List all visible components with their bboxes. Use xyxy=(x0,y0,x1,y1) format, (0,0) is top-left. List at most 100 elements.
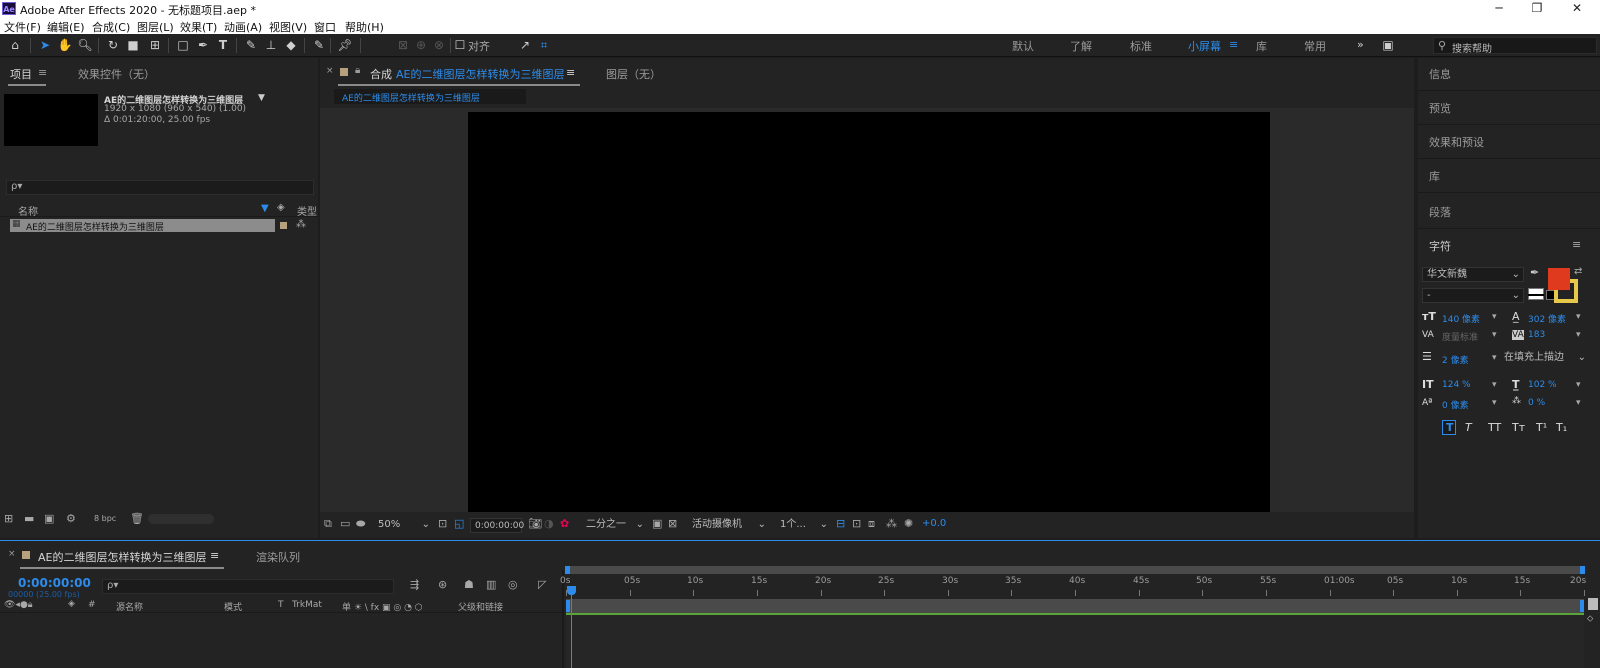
comp-breadcrumb[interactable]: AE的二维图层怎样转换为三维图层 xyxy=(334,89,526,104)
current-time-display[interactable]: 0:00:00:00 xyxy=(470,518,524,533)
comp-mini-flowchart-icon[interactable]: ⇶ xyxy=(410,578,419,591)
tab-comp-name[interactable]: AE的二维图层怎样转换为三维图层 xyxy=(396,66,564,82)
hand-tool-icon[interactable]: ✋ xyxy=(56,37,74,54)
comp-dropdown-icon[interactable]: ▼ xyxy=(258,93,265,103)
time-ruler[interactable]: 0s 05s 10s 15s 20s 25s 30s 35s 40s 45s 50s 55s 01:00… xyxy=(560,574,1586,598)
work-area-end-handle[interactable] xyxy=(1580,600,1584,612)
region-of-interest-icon[interactable]: ▣ xyxy=(652,517,662,530)
horizontal-scale-dropdown-icon[interactable]: ▾ xyxy=(1576,380,1581,390)
tracking-dropdown-icon[interactable]: ▾ xyxy=(1576,330,1581,340)
local-axis-icon[interactable]: ⊠ xyxy=(394,37,412,54)
horizontal-scale-value[interactable]: 102 % xyxy=(1528,380,1557,390)
kerning-value[interactable]: 度量标准 xyxy=(1442,330,1478,343)
work-area-bar[interactable] xyxy=(566,599,1584,613)
trash-icon[interactable]: 🗑︎ xyxy=(130,512,144,525)
vertical-scale-value[interactable]: 124 % xyxy=(1442,380,1471,390)
transparency-grid-icon[interactable]: ⊠ xyxy=(668,517,677,530)
col-parent[interactable]: 父级和链接 xyxy=(458,600,503,613)
brush-tool-icon[interactable]: ✎ xyxy=(242,37,260,54)
work-area-start-handle[interactable] xyxy=(566,600,570,612)
workspace-default[interactable]: 默认 xyxy=(1012,38,1034,54)
draft-3d-icon[interactable]: ⊛ xyxy=(438,578,447,591)
stroke-width-dropdown-icon[interactable]: ▾ xyxy=(1492,353,1497,363)
exposure-reset-icon[interactable]: ✺ xyxy=(904,517,913,530)
help-search-input[interactable]: ⚲ 搜索帮助 xyxy=(1433,37,1597,55)
snap-checkbox[interactable]: ☐ xyxy=(454,37,466,54)
col-trkmat[interactable]: TrkMat xyxy=(292,600,322,610)
navigator-end-handle[interactable] xyxy=(1580,566,1585,574)
snap-feature-icon[interactable]: ⌗ xyxy=(535,37,553,54)
navigator-start-handle[interactable] xyxy=(565,566,570,574)
tab-layer[interactable]: 图层（无） xyxy=(606,66,661,82)
panel-effects-presets[interactable]: 效果和预设 xyxy=(1429,134,1484,150)
rotate-tool-icon[interactable]: ↻ xyxy=(104,37,122,54)
project-search-input[interactable]: ρ▾ xyxy=(6,180,314,195)
bit-depth-button[interactable]: 8 bpc xyxy=(94,514,116,523)
view-axis-icon[interactable]: ⊗ xyxy=(430,37,448,54)
zoom-dropdown[interactable]: 50% ⌄ xyxy=(374,518,432,533)
type-tool-icon[interactable]: T xyxy=(214,37,232,54)
menu-file[interactable]: 文件(F) xyxy=(4,19,41,35)
fill-color-swatch[interactable] xyxy=(1548,268,1570,290)
vr-icon[interactable]: ⬬ xyxy=(356,517,365,531)
selection-tool-icon[interactable]: ➤ xyxy=(36,37,54,54)
faux-italic-button[interactable]: T xyxy=(1465,421,1472,434)
restore-button[interactable]: ❐ xyxy=(1520,0,1554,18)
panel-info[interactable]: 信息 xyxy=(1429,66,1451,82)
timeline-icon[interactable]: ⧈ xyxy=(868,517,875,531)
close-timeline-tab-icon[interactable]: × xyxy=(8,549,16,559)
lock-icon[interactable]: 🔒︎ xyxy=(355,65,360,76)
font-size-value[interactable]: 140 像素 xyxy=(1442,312,1480,325)
workspace-common[interactable]: 常用 xyxy=(1304,38,1326,54)
fit-icon[interactable]: ⊡ xyxy=(438,517,447,530)
camera-tool-icon[interactable]: ■ xyxy=(124,37,142,54)
comp-tab-menu-icon[interactable]: ≡ xyxy=(566,66,575,79)
menu-view[interactable]: 视图(V) xyxy=(269,19,307,35)
col-type[interactable]: 类型 xyxy=(297,203,317,218)
puppet-pin-tool-icon[interactable]: 📌︎ xyxy=(336,37,354,54)
monitor-icon[interactable]: ▭ xyxy=(340,517,350,530)
menu-help[interactable]: 帮助(H) xyxy=(345,19,384,35)
menu-animation[interactable]: 动画(A) xyxy=(224,19,262,35)
tab-effect-controls[interactable]: 效果控件（无） xyxy=(78,66,155,82)
minimize-button[interactable]: ─ xyxy=(1482,0,1516,18)
shy-layers-icon[interactable]: ☗ xyxy=(464,578,474,591)
motion-blur-icon[interactable]: ◎ xyxy=(508,578,518,591)
roto-brush-tool-icon[interactable]: ✎ xyxy=(310,37,328,54)
font-family-dropdown[interactable]: 华文新魏 ⌄ xyxy=(1422,267,1524,282)
stroke-width-value[interactable]: 2 像素 xyxy=(1442,353,1469,366)
graph-editor-icon[interactable]: ◸ xyxy=(538,578,546,591)
close-comp-tab-icon[interactable]: × xyxy=(326,66,334,76)
label-color-swatch[interactable] xyxy=(280,222,287,229)
color-channels-icon[interactable]: ✿ xyxy=(560,517,569,530)
label-tag-icon[interactable]: ◈ xyxy=(277,202,285,213)
project-list-item[interactable]: ▦ AE的二维图层怎样转换为三维图层 xyxy=(10,219,275,233)
clone-stamp-tool-icon[interactable]: ⊥ xyxy=(262,37,280,54)
tsume-value[interactable]: 0 % xyxy=(1528,398,1545,408)
search-help-toggle-icon[interactable]: ▣ xyxy=(1378,37,1398,54)
workspace-small-screen[interactable]: 小屏幕 xyxy=(1188,38,1221,54)
snap-option-icon[interactable]: ↗ xyxy=(516,37,534,54)
new-composition-icon[interactable]: ▣ xyxy=(44,512,54,525)
eyedropper-icon[interactable]: ✒ xyxy=(1530,266,1539,279)
timeline-zoom-slider[interactable] xyxy=(1588,598,1598,610)
tsume-dropdown-icon[interactable]: ▾ xyxy=(1576,398,1581,408)
label-column-icon[interactable]: ◈ xyxy=(68,599,75,609)
eraser-tool-icon[interactable]: ◆ xyxy=(282,37,300,54)
font-size-dropdown-icon[interactable]: ▾ xyxy=(1492,312,1497,322)
composition-canvas[interactable] xyxy=(468,112,1270,512)
pen-tool-icon[interactable]: ✒ xyxy=(194,37,212,54)
panel-paragraph[interactable]: 段落 xyxy=(1429,204,1451,220)
all-caps-button[interactable]: TT xyxy=(1488,421,1501,434)
col-source-name[interactable]: 源名称 xyxy=(116,600,143,613)
av-features-icon[interactable]: 👁︎◂●🔒︎ xyxy=(4,600,33,610)
always-preview-icon[interactable]: ⧉ xyxy=(324,517,332,531)
font-style-dropdown[interactable]: - ⌄ xyxy=(1422,288,1524,303)
tab-timeline-comp[interactable]: AE的二维图层怎样转换为三维图层 xyxy=(38,549,206,565)
home-icon[interactable]: ⌂ xyxy=(6,37,24,54)
frame-blending-icon[interactable]: ▥ xyxy=(486,578,496,591)
workspace-menu-icon[interactable]: ≡ xyxy=(1229,38,1238,51)
safe-zones-icon[interactable]: ◱ xyxy=(454,517,464,530)
thumbnail-scrollbar[interactable] xyxy=(148,514,214,524)
character-menu-icon[interactable]: ≡ xyxy=(1572,238,1581,251)
